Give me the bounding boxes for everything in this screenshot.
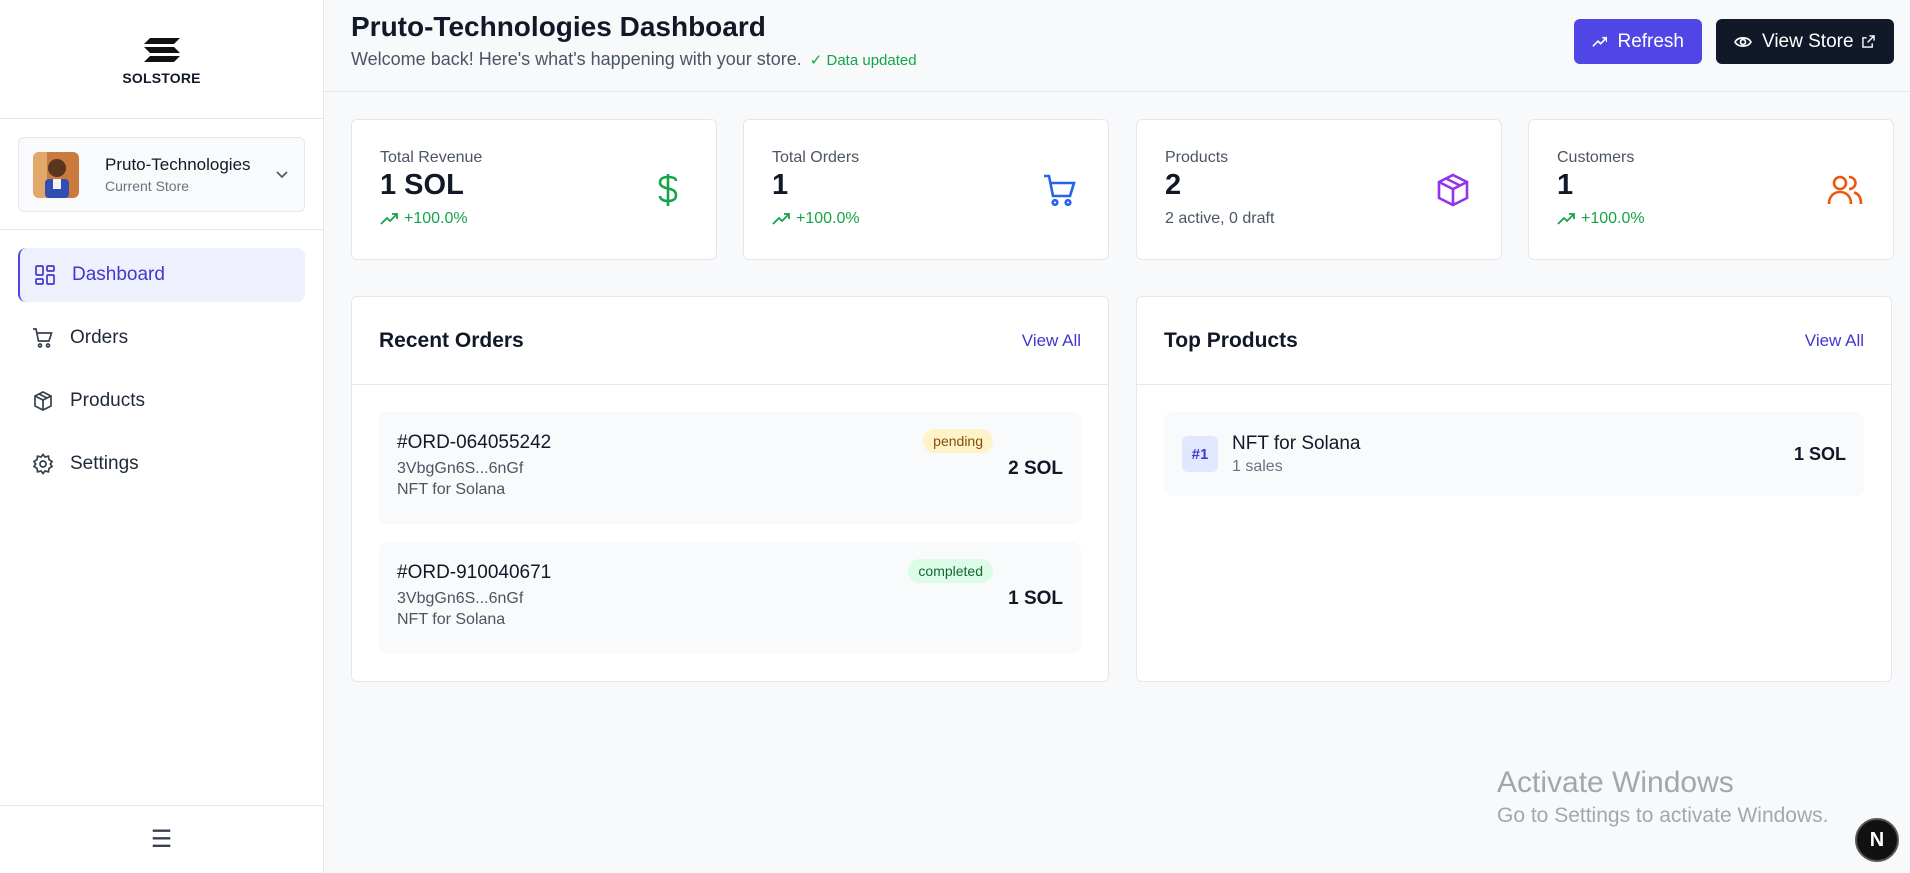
stat-change: +100.0% (404, 210, 468, 227)
box-icon (34, 391, 52, 411)
sidebar-item-settings[interactable]: Settings (18, 437, 305, 491)
sidebar-item-label: Dashboard (72, 264, 165, 285)
status-badge: pending (923, 429, 993, 453)
sidebar: SOLSTORE Pruto-Technologies Current Stor… (0, 0, 324, 873)
page-subtitle: Welcome back! Here's what's happening wi… (351, 49, 802, 69)
refresh-button[interactable]: Refresh (1574, 19, 1702, 64)
stat-card-customers: Customers 1 +100.0% (1528, 119, 1894, 260)
gear-icon (32, 453, 54, 475)
watermark-title: Activate Windows (1497, 766, 1734, 799)
sidebar-nav: Dashboard Orders Products Settings (0, 230, 323, 518)
trending-up-icon (1557, 213, 1575, 225)
stat-card-revenue: Total Revenue 1 SOL +100.0% (351, 119, 717, 260)
external-link-icon (1861, 35, 1875, 48)
store-selector[interactable]: Pruto-Technologies Current Store (18, 137, 305, 212)
stat-value: 1 (1557, 169, 1574, 201)
store-name: Pruto-Technologies (105, 155, 251, 174)
store-avatar (33, 151, 79, 198)
eye-icon (1734, 36, 1752, 47)
trending-up-icon (1592, 36, 1608, 47)
users-icon (1827, 175, 1863, 204)
chevron-down-icon (276, 171, 288, 179)
order-product: NFT for Solana (397, 481, 506, 498)
page-header: Pruto-Technologies Dashboard Welcome bac… (324, 0, 1910, 92)
store-subtitle: Current Store (105, 178, 190, 194)
panel-title: Top Products (1164, 328, 1298, 352)
page-title: Pruto-Technologies Dashboard (351, 11, 766, 42)
product-name: NFT for Solana (1232, 432, 1361, 454)
sidebar-item-label: Orders (70, 327, 129, 348)
refresh-label: Refresh (1617, 30, 1684, 52)
trending-up-icon (772, 213, 790, 225)
store-section: Pruto-Technologies Current Store (0, 119, 323, 230)
stat-change: +100.0% (796, 210, 860, 227)
dashboard-icon (35, 265, 55, 285)
cart-icon (1044, 174, 1076, 206)
data-updated-status: ✓ Data updated (809, 52, 917, 69)
order-product: NFT for Solana (397, 611, 506, 628)
product-amount: 1 SOL (1793, 443, 1846, 464)
status-badge: completed (908, 559, 993, 583)
stat-card-products: Products 2 2 active, 0 draft (1136, 119, 1502, 260)
sidebar-item-products[interactable]: Products (18, 374, 305, 428)
order-wallet: 3VbgGn6S...6nGf (397, 460, 524, 477)
order-wallet: 3VbgGn6S...6nGf (397, 590, 524, 607)
order-row[interactable]: #ORD-064055242 3VbgGn6S...6nGf NFT for S… (379, 412, 1081, 524)
view-store-button[interactable]: View Store (1716, 19, 1894, 64)
stat-label: Total Orders (772, 149, 860, 166)
sidebar-footer: ☰ (0, 805, 323, 873)
stat-label: Customers (1557, 149, 1635, 166)
watermark-subtitle: Go to Settings to activate Windows. (1497, 804, 1829, 827)
stat-value: 2 (1165, 169, 1182, 201)
order-row[interactable]: #ORD-910040671 3VbgGn6S...6nGf NFT for S… (379, 542, 1081, 654)
product-row[interactable]: #1 NFT for Solana 1 sales 1 SOL (1164, 412, 1864, 496)
solstore-logo-icon (143, 38, 180, 62)
product-sales: 1 sales (1232, 457, 1283, 475)
cart-icon (33, 328, 53, 348)
dollar-icon (658, 173, 678, 206)
nextjs-dev-badge[interactable]: N (1855, 818, 1899, 862)
sidebar-item-label: Settings (70, 453, 139, 474)
panel-title: Recent Orders (379, 328, 524, 352)
view-store-label: View Store (1762, 30, 1854, 52)
view-all-orders-link[interactable]: View All (1022, 331, 1081, 351)
brand-name: SOLSTORE (122, 70, 201, 86)
recent-orders-panel: Recent Orders View All #ORD-064055242 3V… (351, 296, 1109, 682)
stat-change: +100.0% (1581, 210, 1645, 227)
order-amount: 1 SOL (1008, 588, 1063, 609)
stat-label: Total Revenue (380, 149, 483, 166)
stat-label: Products (1165, 149, 1229, 166)
menu-icon[interactable]: ☰ (151, 825, 173, 854)
stat-subtext: 2 active, 0 draft (1165, 210, 1275, 227)
order-amount: 2 SOL (1008, 458, 1063, 479)
sidebar-item-dashboard[interactable]: Dashboard (18, 248, 305, 302)
stat-value: 1 SOL (380, 169, 464, 201)
stat-value: 1 (772, 169, 789, 201)
sidebar-item-label: Products (70, 390, 145, 411)
stat-card-orders: Total Orders 1 +100.0% (743, 119, 1109, 260)
box-icon (1437, 173, 1469, 206)
view-all-products-link[interactable]: View All (1805, 331, 1864, 351)
sidebar-item-orders[interactable]: Orders (18, 311, 305, 365)
brand-logo[interactable]: SOLSTORE (0, 0, 323, 119)
windows-activation-watermark: Activate Windows Go to Settings to activ… (1497, 766, 1829, 828)
rank-badge: #1 (1182, 436, 1218, 472)
top-products-panel: Top Products View All #1 NFT for Solana … (1136, 296, 1892, 682)
trending-up-icon (380, 213, 398, 225)
